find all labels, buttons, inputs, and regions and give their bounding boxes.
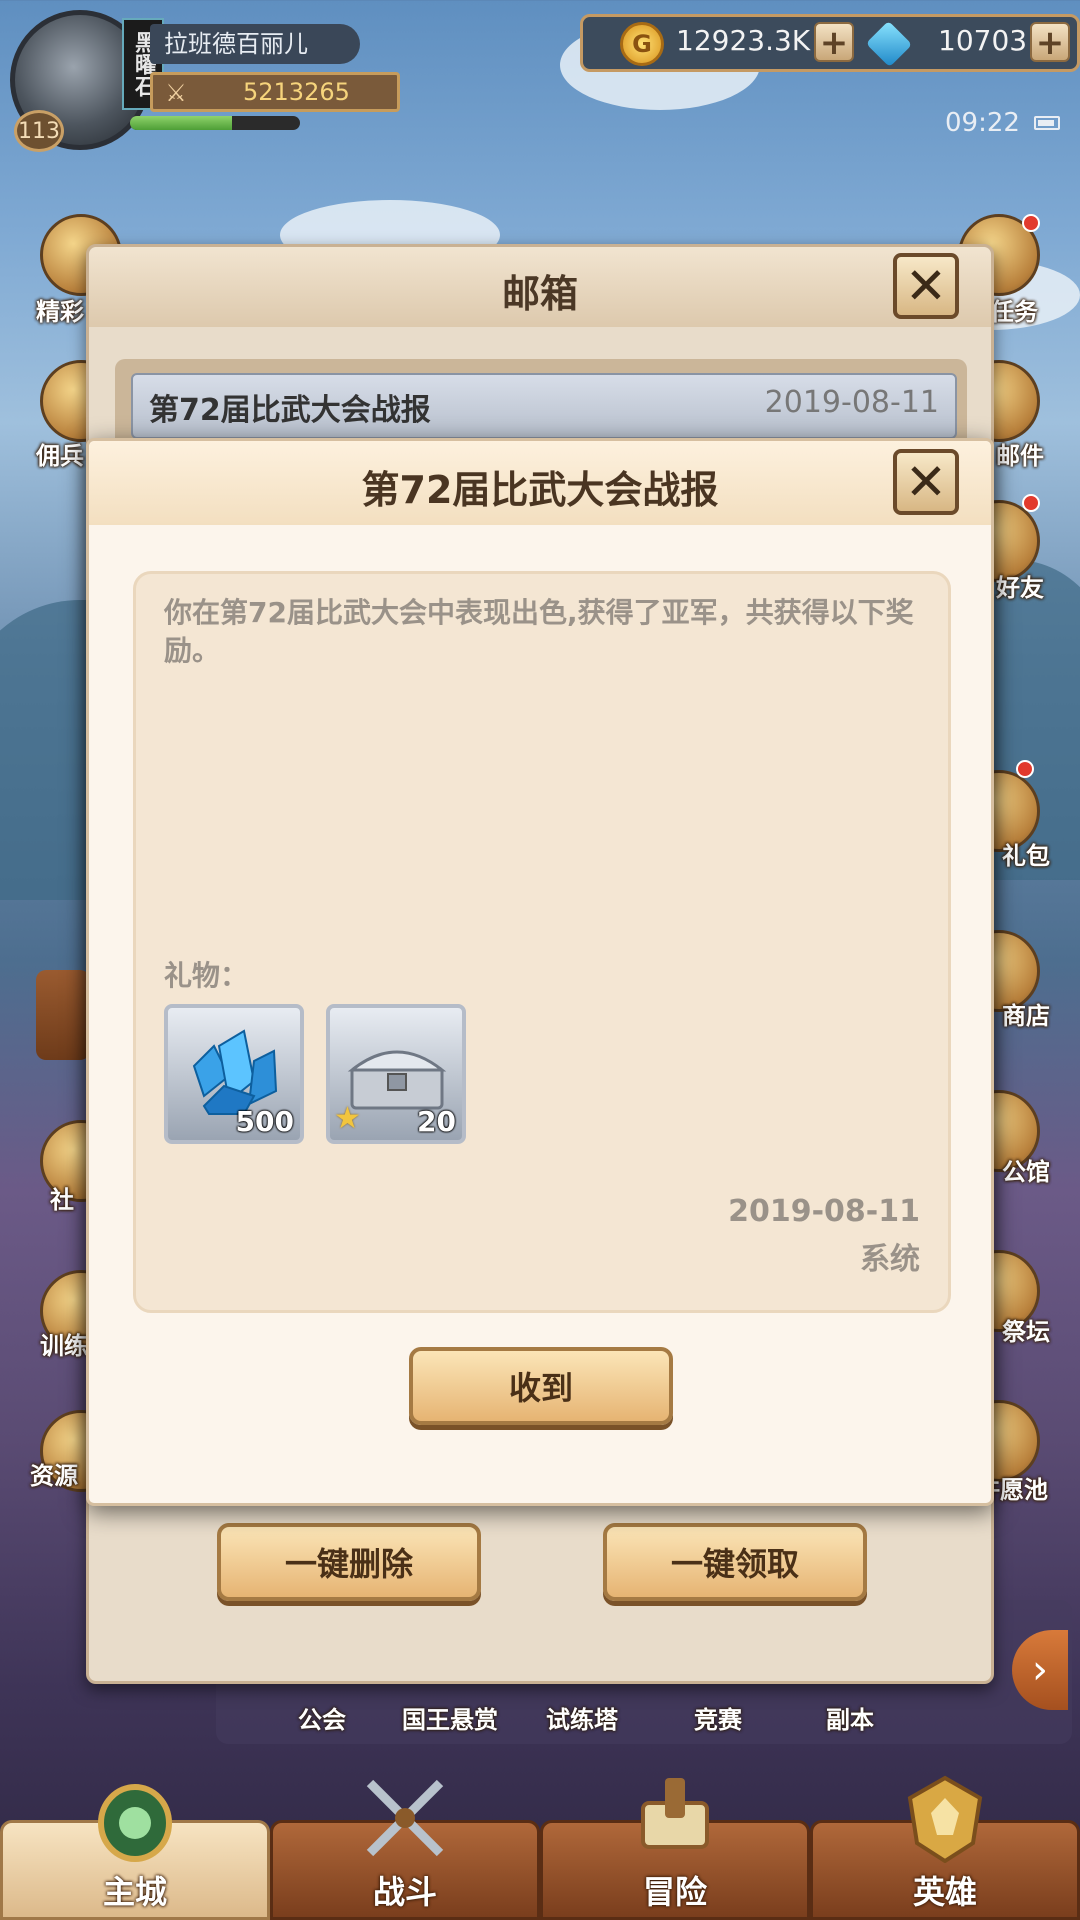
add-gem-button[interactable]: + [1030, 22, 1070, 62]
battery-icon [1034, 116, 1060, 130]
close-icon: ✕ [905, 453, 947, 511]
side-label-hall: 公馆 [1002, 1158, 1050, 1186]
nav-label: 战斗 [372, 1873, 437, 1911]
gem-amount: 10703 [938, 24, 1028, 57]
level-badge: 113 [14, 110, 64, 152]
confirm-receive-button[interactable]: 收到 [409, 1347, 673, 1425]
mailbox-close-button[interactable]: ✕ [893, 253, 959, 319]
item-count: 500 [235, 1105, 294, 1138]
notification-dot [1016, 760, 1034, 778]
crystal-icon [192, 1029, 278, 1115]
add-gold-button[interactable]: + [814, 22, 854, 62]
gift-label: 礼物： [164, 959, 249, 992]
report-close-button[interactable]: ✕ [893, 449, 959, 515]
scroll-map-icon [641, 1778, 709, 1849]
nav-label: 冒险 [642, 1873, 707, 1911]
side-label-mercenary: 佣兵 [36, 442, 84, 470]
clock: 09:22 [945, 108, 1020, 138]
star-icon: ★ [334, 1101, 361, 1136]
mail-list-item[interactable]: 第72届比武大会战报 2019-08-11 [131, 373, 957, 439]
notification-dot [1022, 494, 1040, 512]
claim-all-button[interactable]: 一键领取 [603, 1523, 867, 1601]
nav-label: 主城 [102, 1873, 167, 1911]
side-label-social: 社 [50, 1186, 74, 1214]
report-date: 2019-08-11 [728, 1194, 920, 1229]
portal-icon [98, 1784, 172, 1862]
power-value: 5213265 [243, 78, 350, 106]
delete-all-button[interactable]: 一键删除 [217, 1523, 481, 1601]
mail-item-title: 第72届比武大会战报 [149, 393, 431, 428]
reward-item-crystal[interactable]: 500 [164, 1004, 304, 1144]
side-label-altar: 祭坛 [1002, 1318, 1050, 1346]
nav-tab-hero[interactable]: 英雄 [810, 1775, 1080, 1920]
player-name: 拉班德百丽儿 [150, 24, 360, 64]
reward-item-silver-chest[interactable]: ★ 20 [326, 1004, 466, 1144]
side-label-shop: 商店 [1002, 1002, 1050, 1030]
crossed-swords-icon [366, 1779, 444, 1857]
feature-trial-tower[interactable]: 试练塔 [546, 1700, 618, 1735]
close-icon: ✕ [905, 257, 947, 315]
bottom-nav: 主城 战斗 冒险 英雄 [0, 1775, 1080, 1920]
side-label-quest: 任务 [990, 298, 1038, 326]
gold-amount: 12923.3K [676, 24, 811, 57]
feature-arena[interactable]: 竞赛 [694, 1700, 742, 1735]
report-title: 第72届比武大会战报 [361, 468, 719, 512]
nav-label: 英雄 [912, 1873, 977, 1911]
report-dialog: 第72届比武大会战报 ✕ 你在第72届比武大会中表现出色,获得了亚军，共获得以下… [86, 438, 994, 1506]
feature-guild[interactable]: 公会 [298, 1700, 346, 1735]
report-body: 你在第72届比武大会中表现出色,获得了亚军，共获得以下奖励。 [164, 596, 914, 667]
side-label-resource: 资源 [30, 1462, 78, 1490]
report-sender: 系统 [860, 1242, 920, 1277]
notification-dot [1022, 214, 1040, 232]
side-label-training: 训练 [40, 1332, 88, 1360]
side-label-events: 精彩 [36, 298, 84, 326]
power-plate: ⚔ 5213265 [150, 72, 400, 112]
side-label-giftpack: 礼包 [1002, 842, 1050, 870]
side-label-mail: 邮件 [996, 442, 1044, 470]
chat-icon[interactable] [36, 970, 90, 1060]
feature-king-bounty[interactable]: 国王悬赏 [402, 1700, 498, 1735]
gold-coin-icon: G [620, 22, 664, 66]
experience-fill [130, 116, 232, 130]
item-count: 20 [417, 1105, 456, 1138]
mail-item-date: 2019-08-11 [764, 385, 939, 420]
report-content: 你在第72届比武大会中表现出色,获得了亚军，共获得以下奖励。 礼物： 500 ★… [133, 571, 951, 1313]
nav-tab-battle[interactable]: 战斗 [270, 1779, 540, 1920]
nav-tab-main-city[interactable]: 主城 [0, 1784, 270, 1920]
experience-bar [130, 116, 300, 130]
side-label-friends: 好友 [996, 574, 1044, 602]
swords-icon: ⚔ [165, 79, 187, 107]
mailbox-title: 邮箱 [501, 272, 578, 316]
feature-dungeon[interactable]: 副本 [826, 1700, 874, 1735]
hero-crest-icon [907, 1775, 983, 1863]
nav-tab-adventure[interactable]: 冒险 [540, 1778, 810, 1920]
